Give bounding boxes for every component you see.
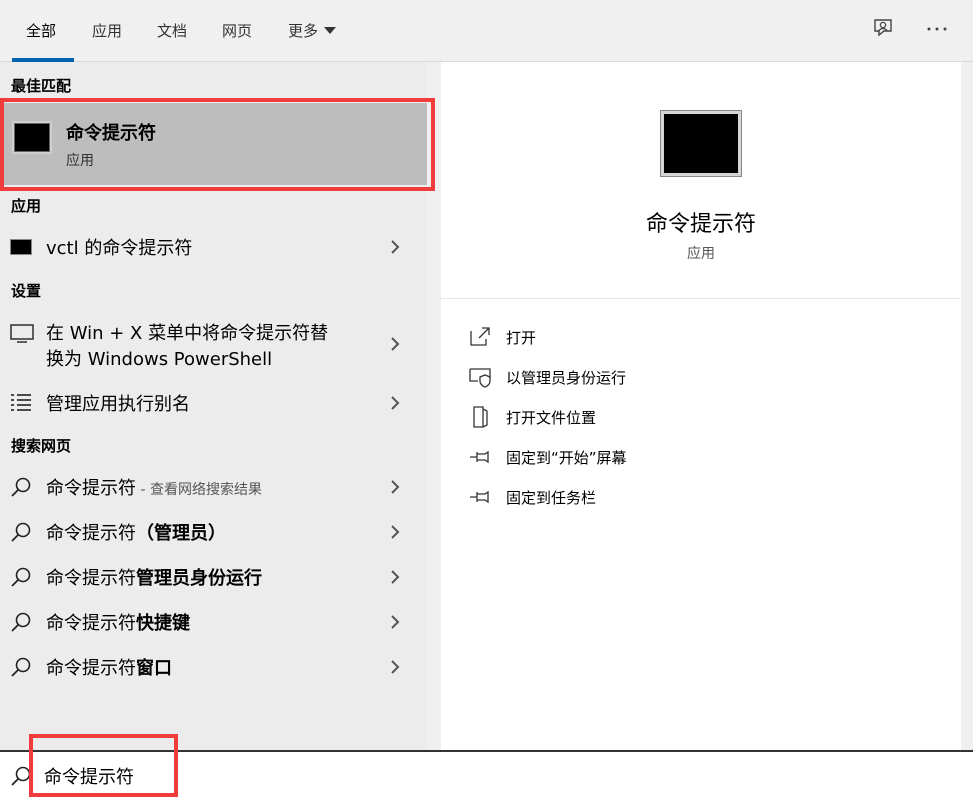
web-suggestion: （管理员） bbox=[136, 523, 226, 544]
pin-icon bbox=[470, 450, 489, 464]
action-open[interactable]: 打开 bbox=[468, 325, 768, 349]
tab-documents[interactable]: 文档 bbox=[157, 20, 187, 42]
action-pin-to-start[interactable]: 固定到“开始”屏幕 bbox=[468, 445, 768, 469]
feedback-icon[interactable] bbox=[870, 16, 896, 42]
chevron-right-icon bbox=[391, 337, 400, 351]
file-location-icon bbox=[473, 406, 488, 428]
action-open-file-location-label: 打开文件位置 bbox=[506, 409, 597, 427]
web-label: 命令提示符管理员身份运行 bbox=[46, 564, 262, 590]
tab-more[interactable]: 更多 bbox=[288, 20, 337, 42]
list-item-web[interactable]: 命令提示符快捷键 bbox=[0, 605, 427, 639]
detail-subtitle: 应用 bbox=[687, 246, 715, 262]
chevron-right-icon bbox=[391, 660, 400, 674]
chevron-right-icon bbox=[391, 480, 400, 494]
search-icon bbox=[11, 657, 31, 677]
action-open-label: 打开 bbox=[506, 329, 537, 347]
list-item-web[interactable]: 命令提示符（管理员） bbox=[0, 515, 427, 549]
web-query: 命令提示符 bbox=[46, 523, 136, 544]
command-prompt-large-icon bbox=[661, 111, 741, 176]
chevron-right-icon bbox=[391, 570, 400, 584]
app-label: vctl 的命令提示符 bbox=[46, 238, 193, 259]
list-item-web[interactable]: 命令提示符 - 查看网络搜索结果 bbox=[0, 470, 427, 504]
section-settings: 设置 bbox=[11, 282, 42, 300]
setting-label: 管理应用执行别名 bbox=[46, 394, 190, 415]
open-icon bbox=[470, 327, 490, 346]
list-item-setting[interactable]: 管理应用执行别名 bbox=[0, 386, 427, 420]
action-run-as-admin[interactable]: 以管理员身份运行 bbox=[468, 365, 768, 389]
search-icon bbox=[11, 522, 31, 542]
action-open-file-location[interactable]: 打开文件位置 bbox=[468, 405, 768, 429]
detail-divider bbox=[441, 298, 961, 299]
tab-all[interactable]: 全部 bbox=[26, 20, 56, 42]
top-tab-bar: 全部 应用 文档 网页 更多 bbox=[0, 0, 973, 62]
search-icon bbox=[11, 477, 31, 497]
pin-icon bbox=[470, 490, 489, 504]
action-pin-to-taskbar-label: 固定到任务栏 bbox=[506, 489, 597, 507]
more-options-icon[interactable] bbox=[924, 16, 950, 42]
web-hint: - 查看网络搜索结果 bbox=[136, 482, 262, 498]
highlight-box-best-match bbox=[0, 98, 435, 191]
list-item-web[interactable]: 命令提示符窗口 bbox=[0, 650, 427, 684]
console-icon bbox=[10, 239, 32, 255]
highlight-box-search bbox=[29, 734, 178, 797]
web-suggestion: 快捷键 bbox=[136, 613, 190, 634]
web-label: 命令提示符窗口 bbox=[46, 654, 172, 680]
web-label: 命令提示符快捷键 bbox=[46, 609, 190, 635]
list-icon bbox=[11, 394, 31, 411]
chevron-right-icon bbox=[391, 615, 400, 629]
web-suggestion: 窗口 bbox=[136, 658, 172, 679]
search-icon bbox=[11, 567, 31, 587]
detail-title: 命令提示符 bbox=[645, 212, 756, 237]
section-best-match: 最佳匹配 bbox=[11, 77, 72, 95]
section-apps: 应用 bbox=[11, 197, 42, 215]
list-item-app[interactable]: vctl 的命令提示符 bbox=[0, 230, 427, 264]
setting-label-line1: 在 Win + X 菜单中将命令提示符替 bbox=[46, 323, 329, 344]
monitor-icon bbox=[10, 324, 34, 343]
chevron-right-icon bbox=[391, 525, 400, 539]
web-query: 命令提示符 bbox=[46, 568, 136, 589]
action-pin-to-start-label: 固定到“开始”屏幕 bbox=[506, 449, 627, 467]
tab-web[interactable]: 网页 bbox=[222, 20, 252, 42]
list-item-web[interactable]: 命令提示符管理员身份运行 bbox=[0, 560, 427, 594]
web-query: 命令提示符 bbox=[46, 658, 136, 679]
chevron-right-icon bbox=[391, 396, 400, 410]
chevron-right-icon bbox=[391, 240, 400, 254]
action-run-as-admin-label: 以管理员身份运行 bbox=[506, 369, 627, 387]
action-pin-to-taskbar[interactable]: 固定到任务栏 bbox=[468, 485, 768, 509]
web-label: 命令提示符（管理员） bbox=[46, 519, 226, 545]
web-query: 命令提示符 bbox=[46, 613, 136, 634]
tab-more-label: 更多 bbox=[288, 22, 319, 40]
section-web: 搜索网页 bbox=[11, 437, 72, 455]
web-label: 命令提示符 - 查看网络搜索结果 bbox=[46, 474, 262, 500]
caret-down-icon bbox=[324, 27, 337, 34]
web-suggestion: 管理员身份运行 bbox=[136, 568, 262, 589]
tab-apps[interactable]: 应用 bbox=[92, 20, 122, 42]
setting-label-line2: 换为 Windows PowerShell bbox=[46, 349, 273, 370]
search-icon bbox=[11, 612, 31, 632]
list-item-setting[interactable]: 在 Win + X 菜单中将命令提示符替 换为 Windows PowerShe… bbox=[0, 315, 427, 375]
web-query: 命令提示符 bbox=[46, 478, 136, 499]
shield-icon bbox=[469, 368, 491, 388]
